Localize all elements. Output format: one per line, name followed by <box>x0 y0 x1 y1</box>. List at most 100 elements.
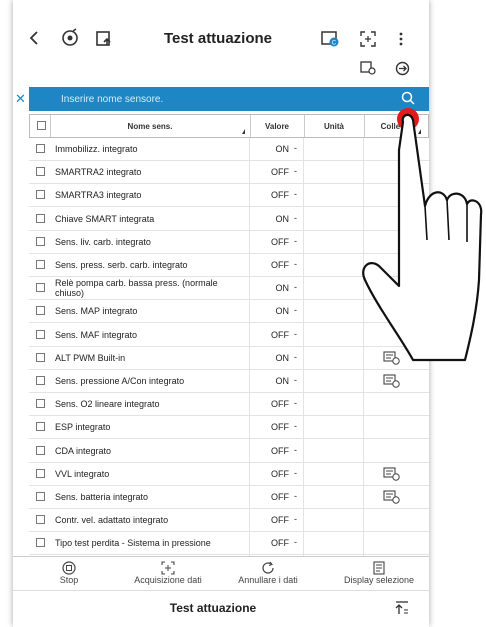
row-checkbox[interactable] <box>36 468 45 478</box>
sensor-unit: - <box>294 143 297 153</box>
graph-link-icon[interactable] <box>383 467 401 483</box>
sensor-value: OFF <box>271 329 289 340</box>
row-checkbox[interactable] <box>36 538 45 548</box>
row-checkbox[interactable] <box>36 213 45 223</box>
sensor-value: OFF <box>271 422 289 433</box>
pointing-hand-overlay <box>362 113 483 362</box>
more-icon[interactable] <box>396 30 406 48</box>
sensor-value: OFF <box>271 236 289 247</box>
table-row[interactable]: Contr. vel. adattato integrato OFF - <box>29 509 429 533</box>
sensor-unit: - <box>294 259 297 269</box>
sensor-name: Contr. vel. adattato integrato <box>55 515 169 526</box>
ecu-upload-icon[interactable] <box>93 27 115 49</box>
sensor-value: OFF <box>271 492 289 502</box>
sensor-value: ON <box>275 144 290 154</box>
stop-button[interactable]: Stop <box>39 561 99 585</box>
sensor-value: OFF <box>271 468 289 479</box>
table-row[interactable]: ESP integrato OFF - <box>29 416 429 440</box>
sensor-unit: - <box>294 514 297 525</box>
row-checkbox[interactable] <box>36 515 45 525</box>
row-checkbox[interactable] <box>36 144 45 153</box>
sensor-unit: - <box>294 421 297 432</box>
sensor-unit: - <box>294 398 297 409</box>
table-row[interactable]: VVL integrato OFF - <box>29 463 429 486</box>
bottom-toolbar: Stop Acquisizione dati Annullare i dati … <box>13 556 429 591</box>
sensor-unit: - <box>294 235 297 246</box>
sensor-unit: - <box>294 328 297 339</box>
table-row[interactable]: CDA integrato OFF - <box>29 440 429 463</box>
sensor-value: OFF <box>271 399 289 410</box>
sensor-unit: - <box>294 537 297 548</box>
display-selection-button[interactable]: Display selezione <box>329 561 429 585</box>
row-checkbox[interactable] <box>36 260 45 269</box>
stop-icon <box>39 561 99 575</box>
fullscreen-icon[interactable] <box>359 30 377 48</box>
row-checkbox[interactable] <box>36 190 45 200</box>
sensor-name: Tipo test perdita - Sistema in pressione <box>55 538 211 549</box>
sensor-value: ON <box>275 283 290 294</box>
sensor-name: Relè pompa carb. bassa press. (normale c… <box>55 278 218 299</box>
table-row[interactable]: Sens. batteria integrato OFF - <box>29 486 429 509</box>
row-checkbox[interactable] <box>36 399 45 409</box>
vehicle-scan-icon[interactable] <box>59 27 81 49</box>
row-checkbox[interactable] <box>36 306 45 316</box>
sensor-name: Sens. liv. carb. integrato <box>55 236 151 247</box>
row-checkbox[interactable] <box>36 329 45 339</box>
refresh-icon <box>223 561 313 575</box>
capture-icon <box>123 561 213 575</box>
sensor-value: ON <box>275 213 290 224</box>
sensor-unit: - <box>294 212 297 223</box>
table-row[interactable]: Sens. O2 lineare integrato OFF - <box>29 393 429 417</box>
row-checkbox[interactable] <box>36 167 45 177</box>
display-icon <box>329 561 429 575</box>
select-all-checkbox[interactable] <box>37 121 46 130</box>
row-checkbox[interactable] <box>36 283 45 293</box>
folder-badge: C <box>332 41 337 47</box>
sensor-unit: - <box>294 282 297 293</box>
cancel-data-button[interactable]: Annullare i dati <box>223 561 313 585</box>
sensor-name: Sens. MAF integrato <box>55 329 138 340</box>
record-icon[interactable] <box>359 60 377 76</box>
sensor-name: ESP integrato <box>55 422 111 433</box>
sensor-value: ON <box>275 376 290 386</box>
column-header-value[interactable]: Valore <box>250 122 304 131</box>
close-icon[interactable]: ✕ <box>15 91 26 107</box>
back-icon[interactable] <box>27 30 41 46</box>
sensor-value: ON <box>275 306 290 317</box>
row-checkbox[interactable] <box>36 376 45 385</box>
sensor-name: Sens. MAP integrato <box>55 306 138 317</box>
sensor-value: OFF <box>271 190 289 201</box>
sensor-value: OFF <box>271 515 289 526</box>
row-checkbox[interactable] <box>36 422 45 432</box>
graph-link-icon[interactable] <box>383 490 401 506</box>
settings-gear-icon[interactable] <box>393 60 411 76</box>
column-header-name[interactable]: Nome sens. <box>50 122 250 131</box>
row-checkbox[interactable] <box>36 445 45 455</box>
sensor-name: Sens. pressione A/Con integrato <box>55 376 185 386</box>
row-checkbox[interactable] <box>36 492 45 501</box>
row-checkbox[interactable] <box>36 352 45 362</box>
sensor-unit: - <box>294 189 297 200</box>
sensor-name: ALT PWM Built-in <box>55 352 126 363</box>
sensor-unit: - <box>294 375 297 385</box>
sensor-name: Immobilizz. integrato <box>55 144 138 154</box>
page-title: Test attuazione <box>163 30 273 47</box>
row-checkbox[interactable] <box>36 236 45 246</box>
sensor-name: CDA integrato <box>55 445 112 456</box>
sensor-unit: - <box>294 166 297 177</box>
top-bar: Test attuazione C <box>13 0 429 80</box>
folder-icon[interactable]: C <box>320 28 340 48</box>
sensor-value: OFF <box>271 167 289 178</box>
sensor-value: OFF <box>271 538 289 549</box>
acquire-data-button[interactable]: Acquisizione dati <box>123 561 213 585</box>
sensor-name: Sens. press. serb. carb. integrato <box>55 260 188 270</box>
sensor-unit: - <box>294 491 297 501</box>
search-input[interactable] <box>61 92 391 106</box>
sort-icon <box>242 129 245 134</box>
sensor-value: OFF <box>271 260 289 270</box>
sensor-value: OFF <box>271 445 289 456</box>
sensor-name: Sens. O2 lineare integrato <box>55 399 160 410</box>
sensor-name: Chiave SMART integrata <box>55 213 155 224</box>
table-row[interactable]: Tipo test perdita - Sistema in pressione… <box>29 532 429 556</box>
collapse-up-icon[interactable] <box>395 601 409 620</box>
